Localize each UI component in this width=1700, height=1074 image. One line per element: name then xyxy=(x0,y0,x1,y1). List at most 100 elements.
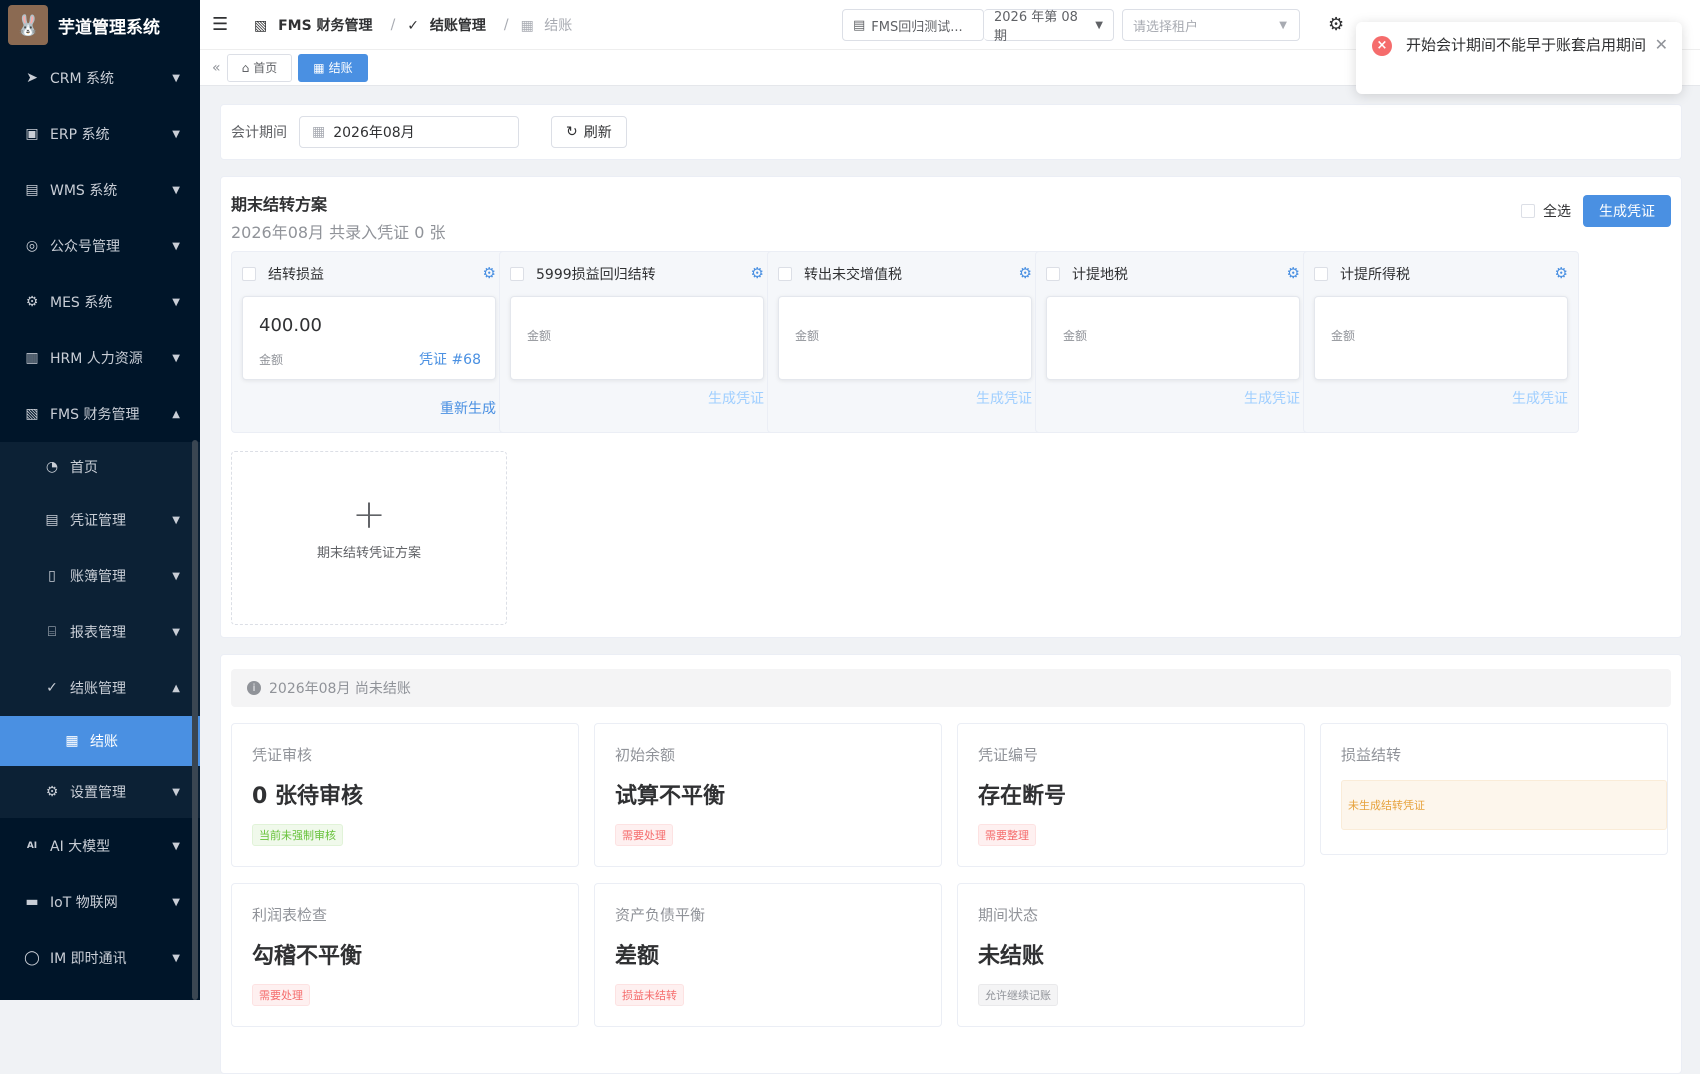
breadcrumb-current: ▦ 结账 xyxy=(521,15,579,35)
sidebar-item-erp[interactable]: ▣ERP 系统▼ xyxy=(0,106,200,162)
plus-icon: + xyxy=(232,492,506,538)
plan-card-checkbox[interactable] xyxy=(778,267,792,281)
gear-icon: ⚙ xyxy=(44,784,60,800)
gear-icon[interactable]: ⚙ xyxy=(483,264,496,282)
plan-card-title: 结转损益 xyxy=(268,264,324,284)
sidebar-item-wms[interactable]: ▤WMS 系统▼ xyxy=(0,162,200,218)
plan-card-amount-label: 金额 xyxy=(527,327,551,344)
check-income-statement: 利润表检查 勾稽不平衡 需要处理 xyxy=(231,883,579,1027)
status-badge: 未生成结转凭证 xyxy=(1341,780,1667,830)
sidebar: 🐰 芋道管理系统 ➤CRM 系统▼ ▣ERP 系统▼ ▤WMS 系统▼ ◎公众号… xyxy=(0,0,200,1000)
app-logo[interactable]: 🐰 芋道管理系统 xyxy=(0,0,200,50)
chat-icon: ◯ xyxy=(24,950,40,966)
plan-card-checkbox[interactable] xyxy=(510,267,524,281)
sidebar-scrollbar[interactable] xyxy=(192,440,198,1000)
gear-icon[interactable]: ⚙ xyxy=(1019,264,1032,282)
gear-icon[interactable]: ⚙ xyxy=(1287,264,1300,282)
error-icon: × xyxy=(1372,36,1392,56)
plan-card-amount-box: 金额 xyxy=(510,296,764,380)
chevron-down-icon: ▼ xyxy=(172,627,180,638)
breadcrumb: ▧ FMS 财务管理 / ✓ 结账管理 / ▦ 结账 xyxy=(248,15,584,35)
sidebar-item-fms[interactable]: ▧FMS 财务管理▲ xyxy=(0,386,200,442)
document-icon: ▤ xyxy=(44,512,60,528)
sidebar-item-im[interactable]: ◯IM 即时通讯▼ xyxy=(0,930,200,986)
plan-card-vat: 转出未交增值税 ⚙ 金额 生成凭证 xyxy=(767,251,1043,433)
sidebar-item-ai[interactable]: AIAI 大模型▼ xyxy=(0,818,200,874)
chevron-down-icon: ▼ xyxy=(172,571,180,582)
collapse-left-icon[interactable]: « xyxy=(212,60,221,76)
voucher-link[interactable]: 凭证 #68 xyxy=(419,349,481,369)
plan-card-title: 5999损益回归结转 xyxy=(536,264,656,284)
chevron-down-icon: ▼ xyxy=(1095,20,1103,31)
ledger-select[interactable]: ▤FMS回归测试... xyxy=(842,9,984,41)
chevron-down-icon: ▼ xyxy=(172,353,180,364)
sidebar-item-settings[interactable]: ⚙设置管理▼ xyxy=(0,766,200,818)
chevron-down-icon: ▼ xyxy=(1279,20,1287,31)
ledger-icon: ▤ xyxy=(853,18,865,33)
erp-icon: ▣ xyxy=(24,126,40,142)
sidebar-item-iot[interactable]: ▬IoT 物联网▼ xyxy=(0,874,200,930)
sidebar-item-mp[interactable]: ◎公众号管理▼ xyxy=(0,218,200,274)
refresh-button[interactable]: ↻刷新 xyxy=(551,116,627,148)
chevron-down-icon: ▼ xyxy=(172,297,180,308)
check-opening-balance: 初始余额 试算不平衡 需要处理 xyxy=(594,723,942,867)
send-icon: ➤ xyxy=(24,70,40,86)
plan-card-checkbox[interactable] xyxy=(242,267,256,281)
check-balance-sheet: 资产负债平衡 差额 损益未结转 xyxy=(594,883,942,1027)
plan-card-pl-transfer: 结转损益 ⚙ 400.00 金额 凭证 #68 重新生成 xyxy=(231,251,507,433)
chevron-down-icon: ▼ xyxy=(172,73,180,84)
sidebar-item-hrm[interactable]: ▥HRM 人力资源▼ xyxy=(0,330,200,386)
close-icon[interactable]: ✕ xyxy=(1655,34,1668,56)
add-plan-label: 期末结转凭证方案 xyxy=(232,542,506,561)
chevron-down-icon: ▼ xyxy=(172,787,180,798)
gear-icon[interactable]: ⚙ xyxy=(751,264,764,282)
chevron-down-icon: ▼ xyxy=(172,953,180,964)
period-label: 会计期间 xyxy=(231,122,287,142)
chip-icon: ⚙ xyxy=(24,294,40,310)
tab-home[interactable]: ⌂首页 xyxy=(227,54,293,82)
book-icon: ▯ xyxy=(44,568,60,584)
plan-card-checkbox[interactable] xyxy=(1046,267,1060,281)
generate-voucher-button[interactable]: 生成凭证 xyxy=(1583,195,1671,227)
period-date-input[interactable]: ▦2026年08月 xyxy=(299,116,519,148)
breadcrumb-fms[interactable]: ▧ FMS 财务管理 xyxy=(254,15,379,35)
error-toast: × 开始会计期间不能早于账套启用期间 ✕ xyxy=(1356,22,1682,94)
breadcrumb-closing[interactable]: ✓ 结账管理 xyxy=(407,15,492,35)
generate-link[interactable]: 生成凭证 xyxy=(976,388,1032,408)
gear-icon[interactable]: ⚙ xyxy=(1555,264,1568,282)
calendar-icon: ▦ xyxy=(312,124,325,140)
settings-icon[interactable]: ⚙ xyxy=(1328,14,1344,35)
sidebar-item-voucher[interactable]: ▤凭证管理▼ xyxy=(0,492,200,548)
select-all-checkbox[interactable]: 全选 xyxy=(1521,201,1571,221)
check-voucher-number: 凭证编号 存在断号 需要整理 xyxy=(957,723,1305,867)
add-plan-card[interactable]: + 期末结转凭证方案 xyxy=(231,451,507,625)
sidebar-item-ledger[interactable]: ▯账簿管理▼ xyxy=(0,548,200,604)
sidebar-item-report[interactable]: ⌸报表管理▼ xyxy=(0,604,200,660)
generate-link[interactable]: 生成凭证 xyxy=(1512,388,1568,408)
status-badge: 需要处理 xyxy=(615,824,673,846)
tab-settle[interactable]: ▦结账 xyxy=(298,54,367,82)
tenant-select[interactable]: 请选择租户▼ xyxy=(1122,9,1300,41)
status-badge: 需要处理 xyxy=(252,984,310,1006)
sidebar-item-crm[interactable]: ➤CRM 系统▼ xyxy=(0,50,200,106)
generate-link[interactable]: 生成凭证 xyxy=(708,388,764,408)
plan-card-checkbox[interactable] xyxy=(1314,267,1328,281)
regenerate-link[interactable]: 重新生成 xyxy=(440,398,496,418)
period-select[interactable]: 2026 年第 08 期▼ xyxy=(984,9,1114,41)
compass-icon: ◎ xyxy=(24,238,40,254)
chevron-down-icon: ▼ xyxy=(172,129,180,140)
main-content: 会计期间 ▦2026年08月 ↻刷新 期末结转方案 2026年08月 共录入凭证… xyxy=(200,86,1700,1000)
hamburger-icon[interactable]: ☰ xyxy=(212,14,232,35)
sidebar-item-mes[interactable]: ⚙MES 系统▼ xyxy=(0,274,200,330)
check-pl-transfer: 损益结转 未生成结转凭证 xyxy=(1320,723,1668,855)
calendar-icon: ▦ xyxy=(313,61,324,75)
sidebar-item-fms-home[interactable]: ◔首页 xyxy=(0,442,200,492)
fms-submenu: ◔首页 ▤凭证管理▼ ▯账簿管理▼ ⌸报表管理▼ ✓结账管理▲ ▦结账 ⚙设置管… xyxy=(0,442,200,818)
app-title: 芋道管理系统 xyxy=(58,13,160,38)
plan-card-title: 计提地税 xyxy=(1072,264,1128,284)
sidebar-item-settle[interactable]: ▦结账 xyxy=(0,716,200,766)
sidebar-item-closing[interactable]: ✓结账管理▲ xyxy=(0,660,200,716)
chevron-down-icon: ▼ xyxy=(172,897,180,908)
home-icon: ⌂ xyxy=(242,61,250,75)
generate-link[interactable]: 生成凭证 xyxy=(1244,388,1300,408)
